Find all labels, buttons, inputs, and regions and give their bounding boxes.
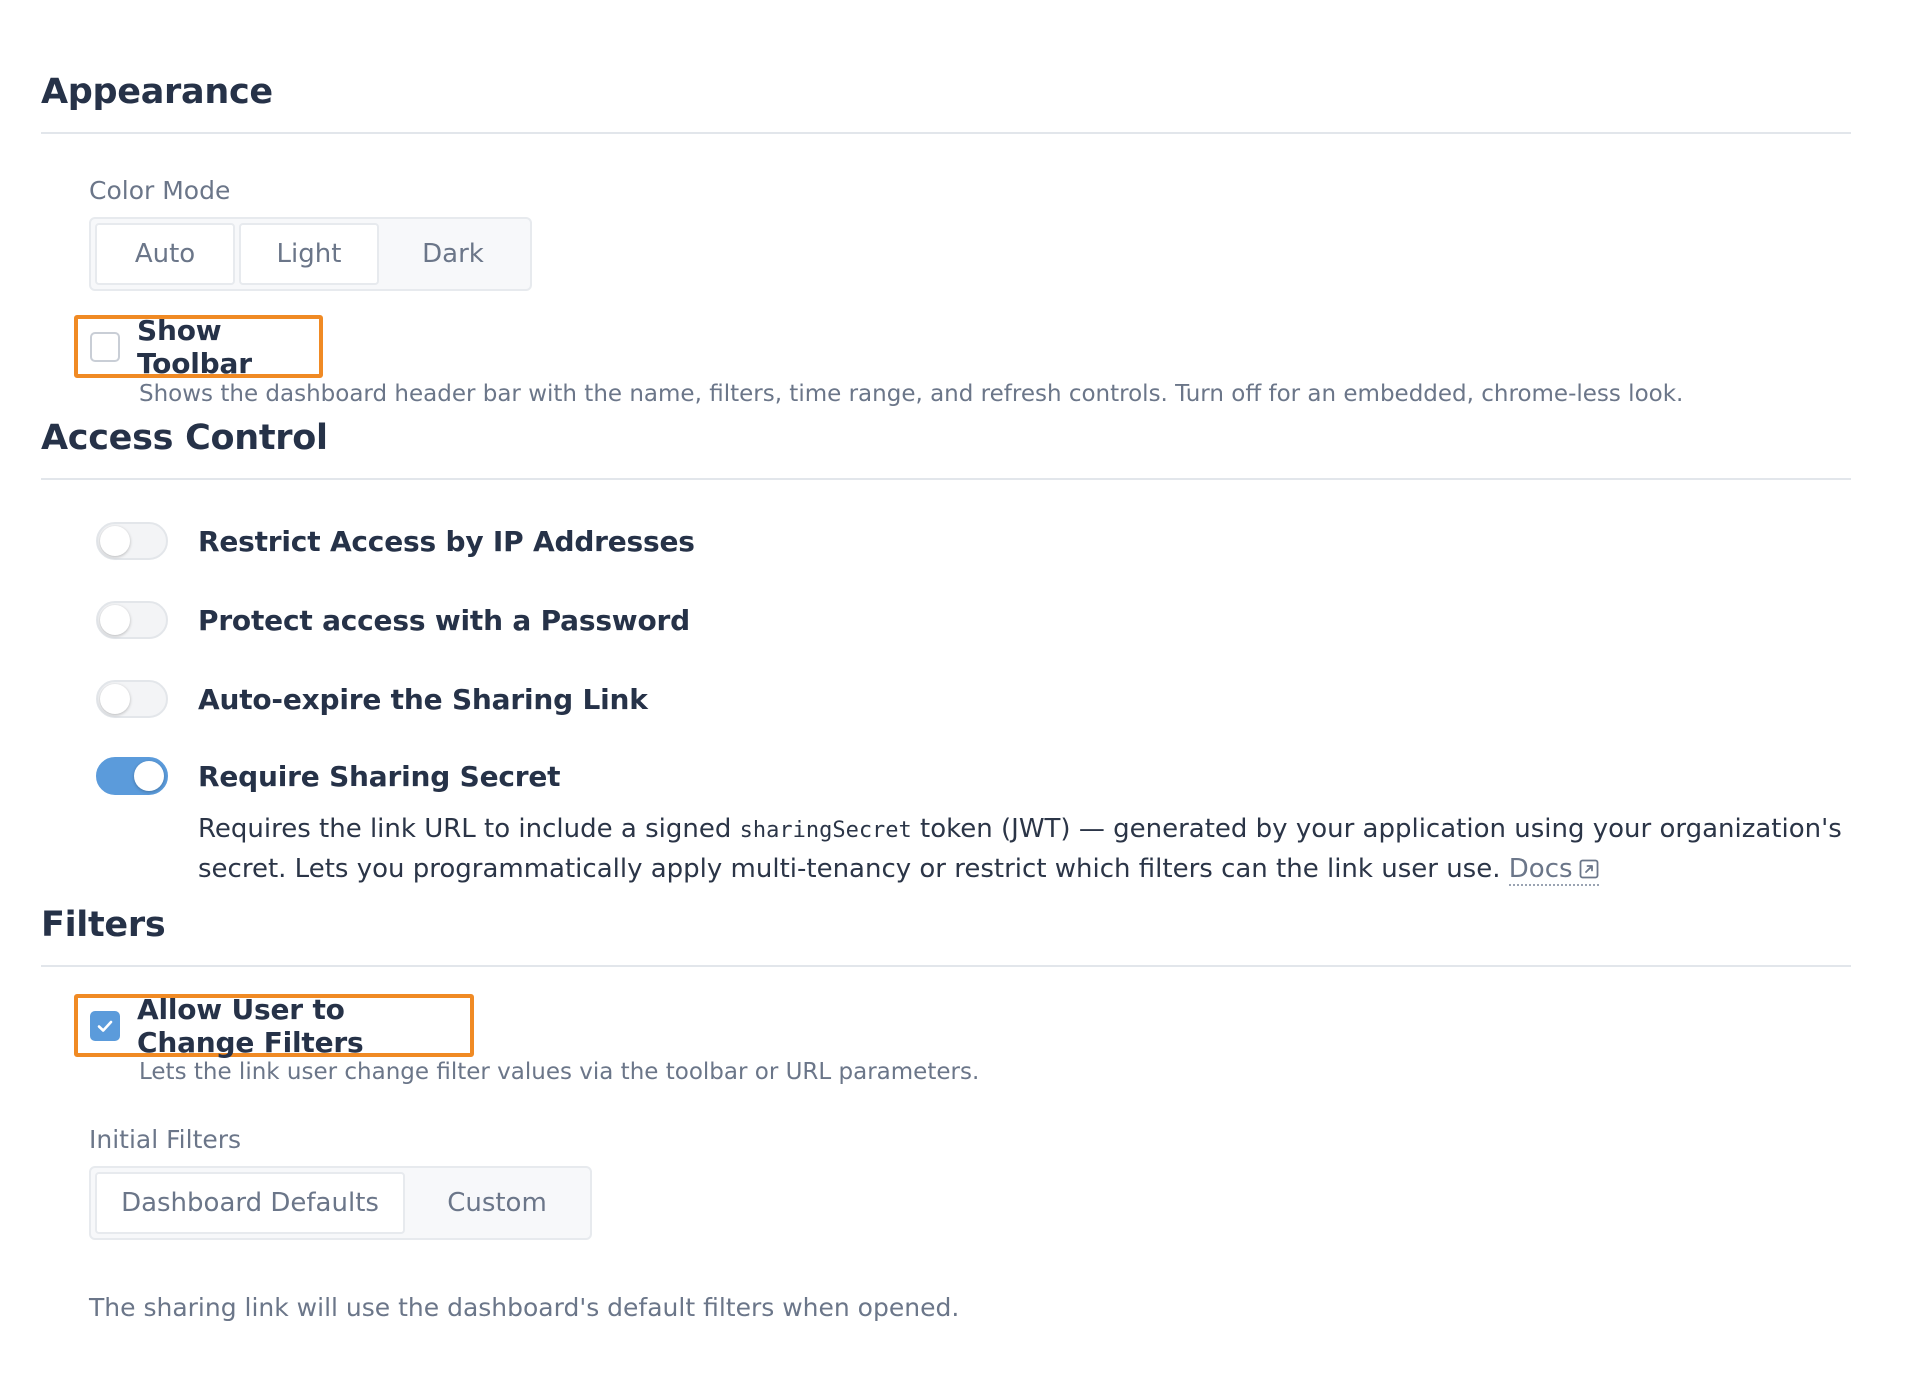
access-control-divider (41, 478, 1851, 480)
filters-section-title: Filters (41, 905, 166, 945)
docs-link-label: Docs (1508, 854, 1573, 884)
external-link-icon (1579, 852, 1599, 890)
sharing-secret-toggle[interactable] (96, 757, 168, 795)
initial-filters-label: Initial Filters (89, 1125, 242, 1154)
access-control-section-title: Access Control (41, 418, 328, 458)
docs-link[interactable]: Docs (1508, 854, 1599, 886)
color-mode-segmented-control: Auto Light Dark (89, 217, 532, 291)
filters-divider (41, 965, 1851, 967)
checkmark-icon (97, 1020, 113, 1032)
password-toggle[interactable] (96, 601, 168, 639)
auto-expire-toggle[interactable] (96, 680, 168, 718)
toggle-knob (100, 605, 130, 635)
color-mode-light-option[interactable]: Light (239, 223, 379, 285)
sharing-secret-label: Require Sharing Secret (198, 759, 561, 793)
allow-change-filters-hint: Lets the link user change filter values … (139, 1059, 980, 1085)
color-mode-dark-option[interactable]: Dark (383, 223, 523, 285)
restrict-ip-label: Restrict Access by IP Addresses (198, 524, 695, 558)
allow-change-filters-label: Allow User to Change Filters (137, 992, 364, 1059)
secret-desc-text-start: Requires the link URL to include a signe… (198, 814, 740, 844)
restrict-ip-toggle-row: Restrict Access by IP Addresses (96, 522, 695, 560)
appearance-divider (41, 132, 1851, 134)
sharing-settings-panel: Appearance Color Mode Auto Light Dark Sh… (0, 0, 1924, 1384)
allow-change-filters-checkbox[interactable] (90, 1010, 120, 1041)
color-mode-label: Color Mode (89, 176, 231, 205)
allow-change-filters-checkbox-row[interactable]: Allow User to Change Filters (74, 992, 474, 1059)
initial-filters-note: The sharing link will use the dashboard'… (89, 1293, 960, 1322)
show-toolbar-label: Show Toolbar (137, 313, 252, 380)
toggle-knob (134, 761, 164, 791)
appearance-section-title: Appearance (41, 72, 273, 112)
auto-expire-label: Auto-expire the Sharing Link (198, 682, 648, 716)
restrict-ip-toggle[interactable] (96, 522, 168, 560)
password-label: Protect access with a Password (198, 603, 690, 637)
show-toolbar-hint: Shows the dashboard header bar with the … (139, 381, 1684, 407)
toggle-knob (100, 526, 130, 556)
sharing-secret-toggle-row: Require Sharing Secret (96, 757, 561, 795)
show-toolbar-checkbox-row[interactable]: Show Toolbar (74, 313, 323, 380)
color-mode-auto-option[interactable]: Auto (95, 223, 235, 285)
initial-filters-custom-option[interactable]: Custom (409, 1172, 585, 1234)
auto-expire-toggle-row: Auto-expire the Sharing Link (96, 680, 648, 718)
sharing-secret-code: sharingSecret (739, 818, 912, 843)
show-toolbar-checkbox[interactable] (90, 331, 120, 362)
initial-filters-dashboard-defaults-option[interactable]: Dashboard Defaults (95, 1172, 405, 1234)
password-toggle-row: Protect access with a Password (96, 601, 690, 639)
toggle-knob (100, 684, 130, 714)
initial-filters-segmented-control: Dashboard Defaults Custom (89, 1166, 592, 1240)
sharing-secret-description: Requires the link URL to include a signe… (198, 810, 1858, 890)
